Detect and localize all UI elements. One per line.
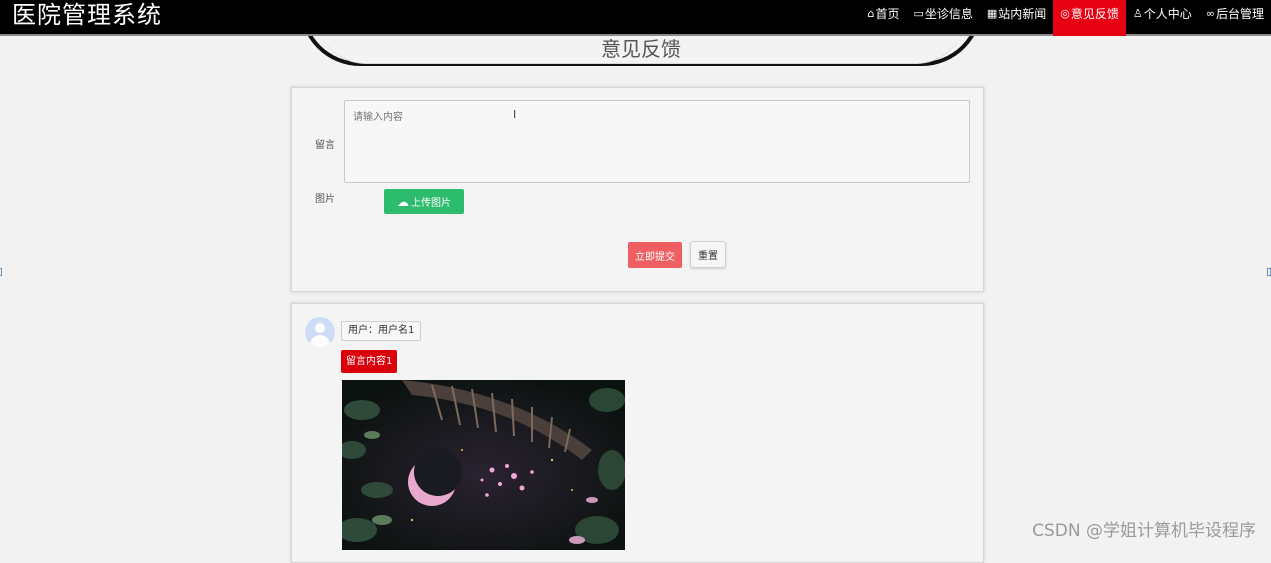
nav-item-label: 个人中心 (1143, 7, 1192, 21)
nav-item-label: 意见反馈 (1070, 7, 1119, 21)
nav-item-news[interactable]: ▦ 站内新闻 (980, 0, 1053, 36)
reset-button[interactable]: 重置 (690, 241, 726, 268)
main-nav: ⌂ 首页 ▭ 坐诊信息 ▦ 站内新闻 ◎ 意见反馈 ♙ 个人中心 ∞ 后台管理 (860, 0, 1271, 36)
nav-item-label: 后台管理 (1215, 7, 1264, 21)
top-navbar: 医院管理系统 ⌂ 首页 ▭ 坐诊信息 ▦ 站内新闻 ◎ 意见反馈 ♙ 个人中心 … (0, 0, 1271, 36)
nav-item-home[interactable]: ⌂ 首页 (860, 0, 906, 36)
page-title: 意见反馈 (601, 37, 681, 61)
nav-item-profile[interactable]: ♙ 个人中心 (1126, 0, 1199, 36)
message-input[interactable] (344, 100, 970, 183)
comment-user: 用户：用户名1 (341, 321, 422, 341)
app-title: 医院管理系统 (12, 1, 162, 29)
book-icon: ▭ (913, 7, 924, 20)
right-scroll-marker (1267, 268, 1271, 276)
feedback-icon: ◎ (1060, 7, 1070, 20)
nav-item-label: 坐诊信息 (924, 7, 973, 21)
comment-image (342, 380, 625, 550)
image-label: 图片 (315, 194, 335, 205)
comment-content: 留言内容1 (341, 350, 398, 373)
left-scroll-marker (0, 268, 2, 276)
nav-item-label: 首页 (875, 7, 900, 21)
avatar (305, 317, 335, 347)
user-icon: ♙ (1132, 7, 1143, 20)
avatar-body (310, 335, 330, 347)
upload-button-label: 上传图片 (411, 198, 451, 209)
nav-item-admin[interactable]: ∞ 后台管理 (1199, 0, 1271, 36)
watermark: CSDN @学姐计算机毕设程序 (1032, 521, 1256, 541)
cloud-upload-icon: ☁ (397, 194, 409, 209)
feedback-form: 留言 I 图片 ☁ 上传图片 立即提交 重置 (291, 87, 984, 292)
nav-item-schedule[interactable]: ▭ 坐诊信息 (906, 0, 979, 36)
news-icon: ▦ (986, 7, 998, 20)
page-banner: 意见反馈 (296, 36, 986, 68)
night-scene-illustration (342, 380, 625, 550)
text-cursor-icon: I (513, 108, 517, 121)
comment-item: 用户：用户名1 留言内容1 (291, 303, 984, 563)
submit-button[interactable]: 立即提交 (628, 242, 682, 268)
message-label: 留言 (315, 140, 335, 151)
nav-item-label: 站内新闻 (998, 7, 1047, 21)
upload-image-button[interactable]: ☁ 上传图片 (384, 189, 464, 214)
avatar-head (315, 323, 325, 333)
home-icon: ⌂ (867, 7, 875, 20)
link-icon: ∞ (1205, 7, 1215, 20)
nav-item-feedback[interactable]: ◎ 意见反馈 (1053, 0, 1126, 36)
